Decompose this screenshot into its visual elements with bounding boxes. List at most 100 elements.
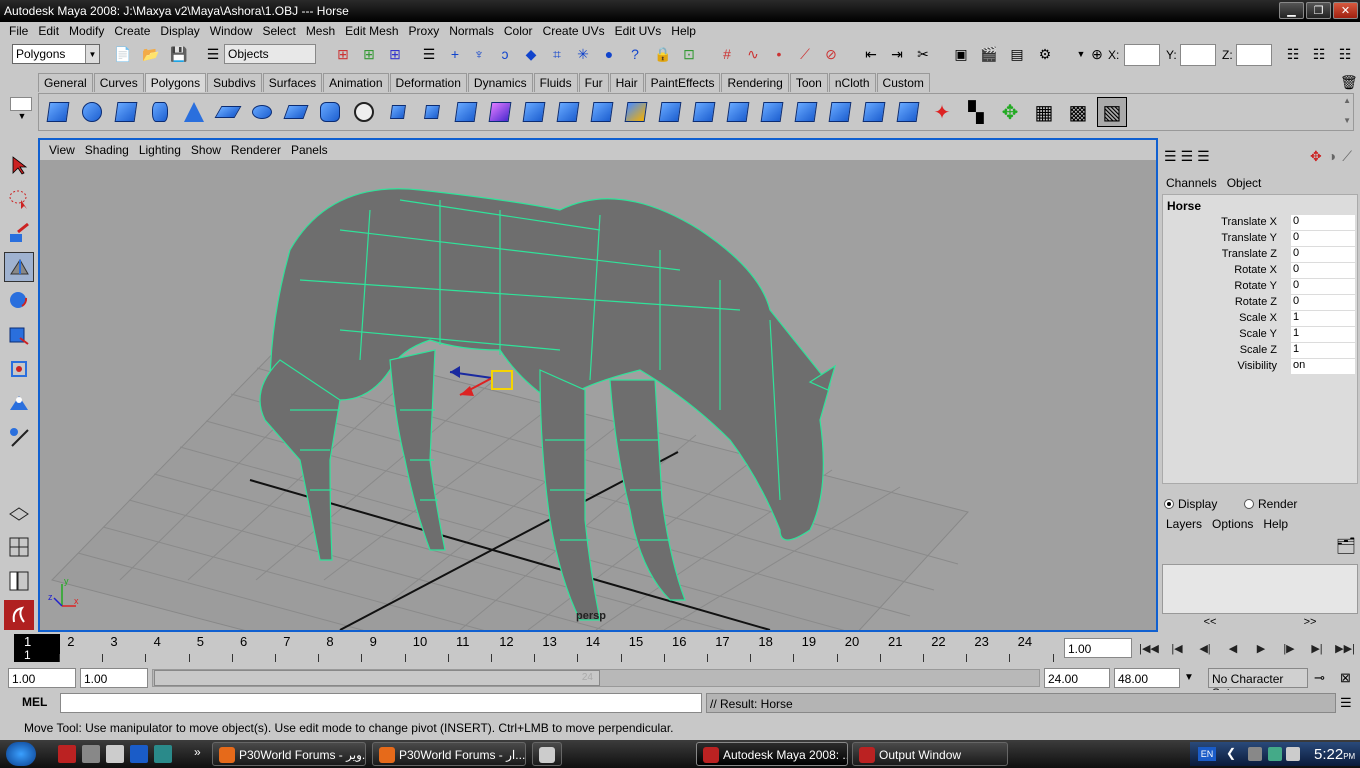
scale-tool-icon[interactable] [4,320,34,350]
playback-start-field[interactable]: 1.00 [80,668,148,688]
channel-row[interactable]: Scale X 1 [1163,311,1357,327]
language-indicator[interactable]: EN [1198,747,1216,761]
shelf-tab-dynamics[interactable]: Dynamics [467,73,533,92]
extrude-icon[interactable] [587,97,617,127]
snap-grid-icon[interactable]: # [716,43,738,65]
sculpt-geometry-icon[interactable]: ✦ [927,97,957,127]
combine-icon[interactable] [383,97,413,127]
script-editor-icon[interactable]: ☰ [1340,695,1352,711]
select-hierarchy-icon[interactable]: ⊞ [332,43,354,65]
filter-icon[interactable]: ☰ [418,43,440,65]
smooth-icon[interactable] [553,97,583,127]
selection-mask-icon[interactable]: ☰ [202,43,224,65]
misc-mask-icon[interactable]: ? [624,43,646,65]
menu-set-dropdown[interactable]: Polygons ▼ [12,44,100,64]
command-input[interactable] [60,693,702,713]
universal-manipulator-icon[interactable] [4,354,34,384]
go-to-end-icon[interactable]: ▶▶| [1334,639,1356,657]
output-ops-icon[interactable]: ⇥ [886,43,908,65]
menu-window[interactable]: Window [205,24,258,38]
channel-row[interactable]: Scale Y 1 [1163,327,1357,343]
channel-row[interactable]: Rotate X 0 [1163,263,1357,279]
display-layer-radio[interactable]: Display [1164,497,1217,511]
shelf-tab-fur[interactable]: Fur [578,73,609,92]
menu-normals[interactable]: Normals [444,24,499,38]
shelf-tab-deformation[interactable]: Deformation [389,73,467,92]
snap-view-plane-icon[interactable]: ⟋ [794,43,816,65]
shelf-tab-rendering[interactable]: Rendering [721,73,789,92]
four-view-layout-icon[interactable] [4,532,34,562]
select-tool-shelf-icon[interactable] [43,97,73,127]
paint-select-tool-icon[interactable] [4,218,34,248]
planar-mapping-icon[interactable] [621,97,651,127]
channel-value[interactable]: 0 [1291,231,1355,246]
play-forward-icon[interactable]: ▶ [1250,639,1272,657]
options-menu[interactable]: Options [1212,517,1253,531]
rotate-tool-icon[interactable] [4,286,34,316]
hyperbolic-options-icon[interactable]: ⟋ [1342,148,1352,165]
channel-row[interactable]: Rotate Z 0 [1163,295,1357,311]
outliner-layout-icon[interactable] [4,566,34,596]
animation-start-field[interactable]: 1.00 [8,668,76,688]
menu-help[interactable]: Help [666,24,701,38]
channel-box-layer-mode-icon[interactable]: ☰ [1197,148,1210,165]
current-time-field[interactable]: 1.00 [1064,638,1132,658]
channel-row[interactable]: Visibility on [1163,359,1357,375]
merge-vertices-icon[interactable] [825,97,855,127]
make-live-icon[interactable]: ⊘ [820,43,842,65]
playback-end-field[interactable]: 24.00 [1044,668,1110,688]
lock-selection-icon[interactable]: 🔒 [652,43,674,65]
shelf-tab-general[interactable]: General [38,73,93,92]
menu-mesh[interactable]: Mesh [301,24,340,38]
smooth-proxy-icon[interactable] [485,97,515,127]
layer-help-menu[interactable]: Help [1263,517,1288,531]
surface-mask-icon[interactable]: ◆ [520,43,542,65]
panel-menu-view[interactable]: View [44,143,80,157]
selection-mode-field[interactable]: Objects [224,44,316,64]
scroll-right-button[interactable]: >> [1304,616,1317,630]
channel-row[interactable]: Rotate Y 0 [1163,279,1357,295]
attribute-editor-icon[interactable]: ☷ [1282,43,1304,65]
menu-proxy[interactable]: Proxy [404,24,445,38]
volume-icon[interactable] [1286,747,1300,761]
x-input[interactable] [1124,44,1160,66]
soft-modification-icon[interactable] [4,388,34,418]
poly-pipe-icon[interactable] [315,97,345,127]
object-menu[interactable]: Object [1227,176,1262,190]
select-object-icon[interactable]: ⊞ [358,43,380,65]
channel-row[interactable]: Translate Z 0 [1163,247,1357,263]
animation-preferences-icon[interactable]: ⊠ [1340,670,1351,686]
quicklaunch-maya-icon[interactable] [58,745,76,763]
taskbar-item-window[interactable] [532,742,562,766]
poly-torus-icon[interactable] [247,97,277,127]
maximize-button[interactable]: ❐ [1306,2,1331,19]
curve-mask-icon[interactable]: ↄ [494,43,516,65]
shelf-menu[interactable]: ▼ [10,97,34,133]
panel-menu-panels[interactable]: Panels [286,143,333,157]
shelf-tab-toon[interactable]: Toon [789,73,828,92]
shelf-tab-fluids[interactable]: Fluids [533,73,578,92]
step-forward-frame-icon[interactable]: |▶ [1278,639,1300,657]
bridge-icon[interactable] [689,97,719,127]
tray-expand-icon[interactable]: ❮ [1226,746,1236,760]
channel-value[interactable]: 0 [1291,215,1355,230]
animation-end-field[interactable]: 48.00 [1114,668,1180,688]
select-component-icon[interactable]: ⊞ [384,43,406,65]
minimize-button[interactable]: ▁ [1279,2,1304,19]
channel-value[interactable]: 1 [1291,327,1355,342]
poly-plane-icon[interactable] [213,97,243,127]
auto-key-icon[interactable]: ⊸ [1314,670,1325,686]
network-icon[interactable] [1248,747,1262,761]
open-scene-icon[interactable]: 📂 [140,43,162,65]
menu-color[interactable]: Color [499,24,538,38]
render-mask-icon[interactable]: ● [598,43,620,65]
wedge-icon[interactable] [859,97,889,127]
current-frame-marker[interactable]: 1 1 [14,634,60,662]
channel-value[interactable]: 1 [1291,311,1355,326]
channels-menu[interactable]: Channels [1166,176,1217,190]
quicklaunch-show-desktop-icon[interactable] [106,745,124,763]
construction-history-icon[interactable]: ✂ [912,43,934,65]
poly-cone-icon[interactable] [179,97,209,127]
range-thumb[interactable]: 24 [154,670,600,686]
close-button[interactable]: ✕ [1333,2,1358,19]
